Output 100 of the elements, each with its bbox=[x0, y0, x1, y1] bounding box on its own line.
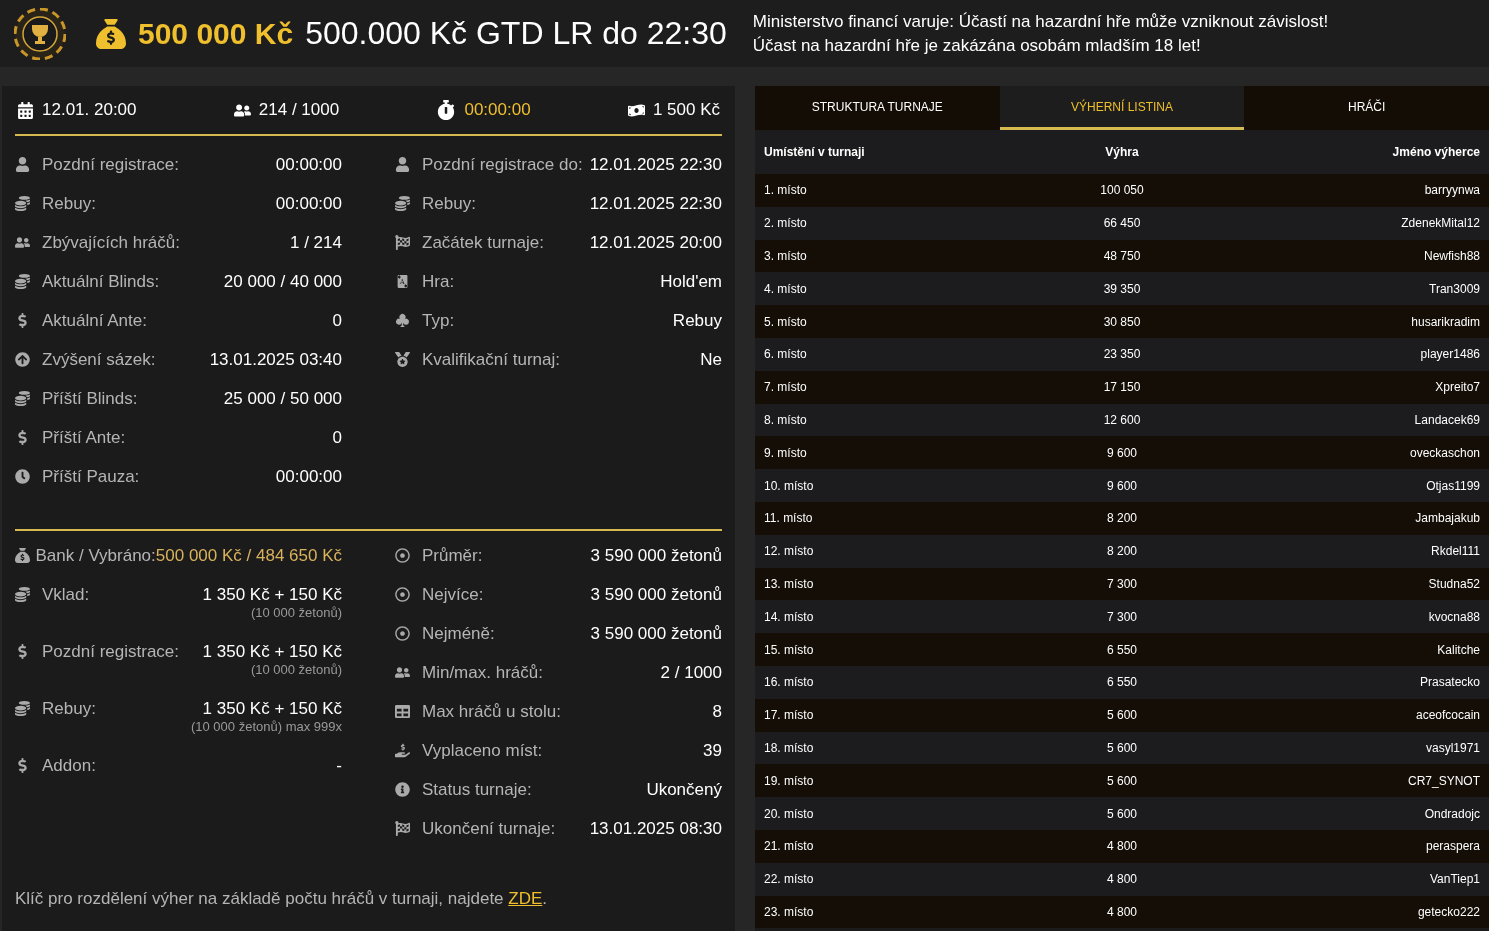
dollar-icon bbox=[15, 758, 30, 773]
payout-icon bbox=[395, 743, 410, 758]
table-cell-text: 10. místo bbox=[764, 478, 815, 493]
table-cell-text: VanTiep1 bbox=[1428, 872, 1480, 887]
detail-value: 8 bbox=[712, 702, 722, 722]
user-icon bbox=[395, 157, 410, 172]
flag-icon bbox=[395, 821, 410, 836]
table-cell-text: 12 600 bbox=[1102, 412, 1142, 427]
stopwatch-icon bbox=[436, 100, 457, 120]
detail-label: Aktuální Blinds: bbox=[42, 272, 160, 292]
table-cell-text: 3. místo bbox=[764, 249, 808, 263]
table-cell-text: 7 300 bbox=[1105, 576, 1138, 591]
table-cell-text: barryynwa bbox=[1423, 183, 1480, 198]
table-cell-text: 5 600 bbox=[1105, 708, 1138, 723]
coins-icon bbox=[395, 196, 410, 211]
detail-label: Ukončení turnaje: bbox=[422, 819, 556, 839]
detail-label: Nejméně: bbox=[422, 624, 495, 644]
table-cell-text: Newfish88 bbox=[1422, 249, 1480, 263]
table-cell-text: 9 600 bbox=[1105, 445, 1138, 460]
table-cell-text: aceofcocain bbox=[1414, 708, 1480, 723]
table-cell-text: oveckaschon bbox=[1408, 445, 1480, 460]
table-cell-text: 22. místo bbox=[764, 872, 815, 887]
table-cell-text: 6 550 bbox=[1105, 675, 1138, 690]
detail-note: (10 000 žetonů) max 999x bbox=[190, 719, 342, 734]
detail-value: 12.01.2025 22:30 bbox=[589, 155, 722, 175]
detail-note: (10 000 žetonů) bbox=[250, 662, 342, 677]
table-cell-text: 17. místo bbox=[764, 708, 815, 723]
detail-value: Rebuy bbox=[672, 311, 722, 331]
detail-label: Pozdní registrace: bbox=[42, 155, 179, 175]
detail-label: Vyplaceno míst: bbox=[422, 741, 543, 761]
trophy-chip-logo[interactable] bbox=[14, 7, 66, 60]
table-cell-text: Studna52 bbox=[1427, 576, 1480, 591]
detail-value: 3 590 000 žetonů bbox=[590, 585, 722, 605]
table-cell-text: 48 750 bbox=[1102, 249, 1142, 263]
detail-value: 500 000 Kč / 484 650 Kč bbox=[155, 546, 342, 566]
detail-value: 0 bbox=[332, 311, 342, 331]
table-cell-text: 19. místo bbox=[764, 773, 815, 788]
tab[interactable]: VÝHERNÍ LISTINA bbox=[999, 86, 1245, 130]
table-cell-text: Prasatecko bbox=[1418, 675, 1480, 690]
table-cell-text: 5 600 bbox=[1105, 773, 1138, 788]
table-cell-text: 17 150 bbox=[1102, 380, 1142, 395]
table-cell-text: 15. místo bbox=[764, 642, 815, 657]
table-cell-text: Tran3009 bbox=[1428, 281, 1480, 296]
table-cell-text: 13. místo bbox=[764, 576, 815, 591]
table-cell-text: 11. místo bbox=[764, 511, 814, 526]
detail-value: Ne bbox=[700, 350, 722, 370]
table-cell-text: Xpreito7 bbox=[1434, 380, 1480, 395]
money-bag-icon bbox=[15, 548, 30, 563]
detail-label: Nejvíce: bbox=[422, 585, 484, 605]
detail-value: - bbox=[336, 756, 342, 776]
coins-icon bbox=[15, 196, 30, 211]
summary-stat: 1 500 Kč bbox=[627, 100, 720, 120]
detail-value: 1 / 214 bbox=[290, 233, 342, 253]
coins-icon bbox=[15, 701, 30, 716]
user-icon bbox=[15, 157, 30, 172]
coins-icon bbox=[15, 274, 30, 289]
cards-icon bbox=[395, 274, 410, 289]
money-bag-icon bbox=[96, 18, 126, 49]
detail-value: Hold'em bbox=[660, 272, 722, 292]
detail-value: 12.01.2025 22:30 bbox=[589, 194, 722, 214]
table-cell-text: 18. místo bbox=[764, 740, 815, 755]
table-cell-text: vasyl1971 bbox=[1424, 740, 1480, 755]
table-cell-text: 8 200 bbox=[1105, 544, 1138, 559]
detail-value: 13.01.2025 08:30 bbox=[589, 819, 722, 839]
table-cell-text: 39 350 bbox=[1102, 281, 1142, 296]
clock-icon bbox=[15, 469, 30, 484]
table-cell-text: 21. místo bbox=[764, 839, 815, 854]
warning-text: Účast na hazardní hře je zakázána osobám mladším 18 let! bbox=[752, 35, 1202, 56]
detail-value: Ukončený bbox=[646, 780, 722, 800]
table-cell-text: 12. místo bbox=[764, 544, 815, 559]
detail-value: 25 000 / 50 000 bbox=[223, 389, 342, 409]
table-cell-text: player1486 bbox=[1419, 347, 1480, 362]
tournament-title: 500.000 Kč GTD LR do 22:30 bbox=[305, 15, 727, 52]
users-icon bbox=[15, 235, 30, 250]
table-cell-text: 23 350 bbox=[1102, 347, 1142, 362]
summary-stat: 12.01. 20:00 bbox=[17, 100, 137, 120]
table-cell-text: 4 800 bbox=[1105, 839, 1138, 854]
detail-value: 13.01.2025 03:40 bbox=[209, 350, 342, 370]
table-cell-text: Rkdel111 bbox=[1430, 544, 1480, 559]
users-icon bbox=[395, 665, 410, 680]
detail-value: 3 590 000 žetonů bbox=[590, 624, 722, 644]
column-header: Jméno výherce bbox=[1391, 145, 1480, 159]
table-cell-text: 16. místo bbox=[764, 675, 815, 690]
calendar-icon bbox=[17, 101, 34, 119]
table-cell-text: 1. místo bbox=[764, 183, 808, 198]
medal-icon bbox=[395, 352, 410, 367]
detail-value: 20 000 / 40 000 bbox=[223, 272, 342, 292]
here-link[interactable]: ZDE bbox=[508, 889, 543, 908]
detail-value: 3 590 000 žetonů bbox=[590, 546, 722, 566]
info-icon bbox=[395, 782, 410, 797]
table-cell-text: 9. místo bbox=[764, 445, 808, 460]
table-cell-text: 4. místo bbox=[764, 281, 808, 296]
chip-icon bbox=[395, 587, 410, 602]
table-cell-text: Landacek69 bbox=[1413, 412, 1480, 427]
detail-value: 1 350 Kč + 150 Kč bbox=[202, 642, 342, 662]
detail-note: (10 000 žetonů) bbox=[250, 605, 342, 620]
detail-value: 00:00:00 bbox=[275, 194, 342, 214]
detail-value: 0 bbox=[332, 428, 342, 448]
table-cell-text: getecko222 bbox=[1416, 904, 1480, 919]
table-cell-text: ZdenekMital12 bbox=[1400, 216, 1480, 231]
